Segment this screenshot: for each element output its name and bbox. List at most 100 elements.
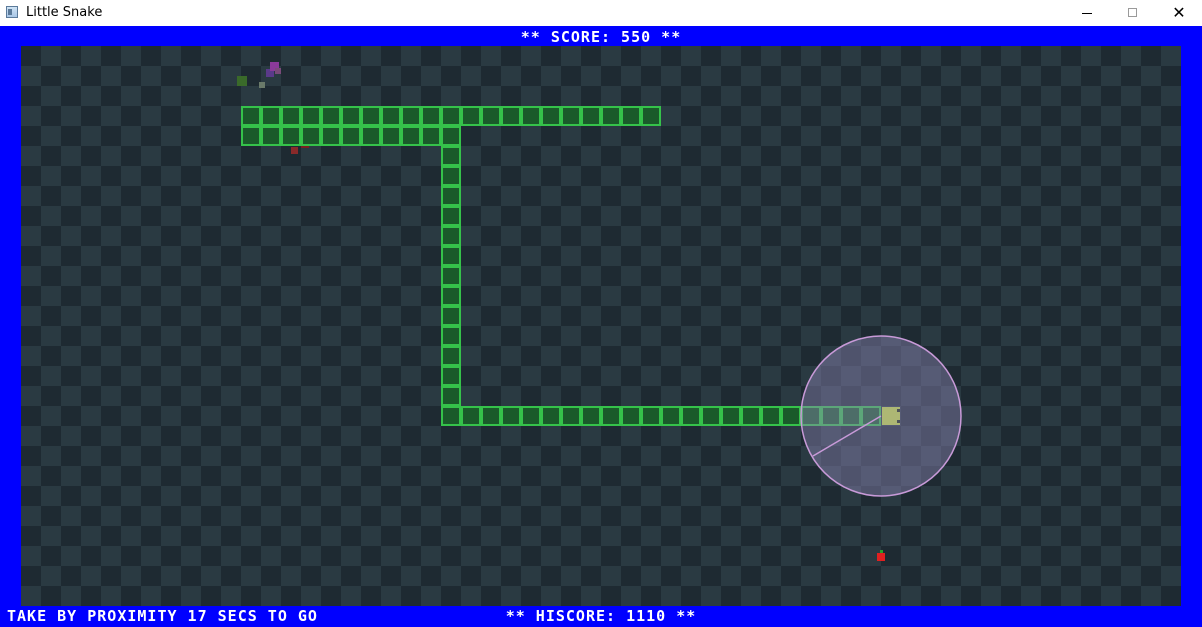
board-tile — [541, 426, 561, 446]
board-tile — [821, 66, 841, 86]
board-tile — [261, 146, 281, 166]
board-tile — [961, 366, 981, 386]
board-tile — [401, 166, 421, 186]
maximize-button[interactable] — [1110, 0, 1156, 26]
snake-segment — [521, 106, 541, 126]
board-tile — [461, 186, 481, 206]
board-tile — [601, 46, 621, 66]
board-tile — [501, 346, 521, 366]
board-tile — [561, 526, 581, 546]
game-area[interactable]: ** SCORE: 550 ** TAKE BY PROXIMITY 17 SE… — [0, 26, 1202, 627]
title-bar[interactable]: Little Snake ✕ — [0, 0, 1202, 26]
board-tile — [141, 466, 161, 486]
board-tile — [521, 486, 541, 506]
board-tile — [261, 386, 281, 406]
board-tile — [561, 166, 581, 186]
board-tile — [501, 266, 521, 286]
board-tile — [61, 266, 81, 286]
board-tile — [781, 106, 801, 126]
board-tile — [1101, 186, 1121, 206]
board-tile — [781, 146, 801, 166]
board-tile — [241, 166, 261, 186]
board-tile — [461, 506, 481, 526]
board-tile — [941, 306, 961, 326]
board-tile — [221, 586, 241, 606]
board-tile — [101, 186, 121, 206]
particle — [291, 147, 298, 154]
board-tile — [81, 126, 101, 146]
board-tile — [1161, 206, 1181, 226]
board-tile — [621, 186, 641, 206]
board-tile — [81, 46, 101, 66]
close-button[interactable]: ✕ — [1156, 0, 1202, 26]
snake-segment — [621, 406, 641, 426]
board-tile — [961, 486, 981, 506]
board-tile — [861, 266, 881, 286]
board-tile — [961, 246, 981, 266]
board-tile — [981, 346, 1001, 366]
board-tile — [461, 586, 481, 606]
board-tile — [281, 526, 301, 546]
board-tile — [601, 126, 621, 146]
board-tile — [1121, 246, 1141, 266]
board-tile — [521, 366, 541, 386]
board-tile — [161, 246, 181, 266]
board-tile — [1121, 286, 1141, 306]
board-tile — [101, 306, 121, 326]
board-tile — [921, 566, 941, 586]
board-tile — [921, 126, 941, 146]
board-tile — [21, 466, 41, 486]
board-tile — [1121, 206, 1141, 226]
board-tile — [621, 466, 641, 486]
board-tile — [781, 226, 801, 246]
board-tile — [781, 266, 801, 286]
board-tile — [821, 186, 841, 206]
board-tile — [1141, 226, 1161, 246]
board-tile — [981, 306, 1001, 326]
board-tile — [221, 226, 241, 246]
board-tile — [281, 166, 301, 186]
snake-segment — [701, 406, 721, 426]
board-tile — [721, 366, 741, 386]
board-tile — [141, 226, 161, 246]
board-tile — [681, 166, 701, 186]
board-tile — [81, 86, 101, 106]
board-tile — [301, 146, 321, 166]
board-tile — [481, 86, 501, 106]
board-tile — [981, 226, 1001, 246]
board-tile — [601, 566, 621, 586]
board-tile — [1041, 126, 1061, 146]
board-tile — [661, 66, 681, 86]
board-tile — [401, 366, 421, 386]
board-tile — [501, 546, 521, 566]
board-tile — [561, 126, 581, 146]
board-tile — [621, 346, 641, 366]
board-tile — [141, 586, 161, 606]
board-tile — [1081, 326, 1101, 346]
board-tile — [861, 186, 881, 206]
board-tile — [641, 166, 661, 186]
board-tile — [701, 546, 721, 566]
snake-segment — [441, 166, 461, 186]
board-tile — [721, 566, 741, 586]
board-tile — [221, 506, 241, 526]
board-tile — [921, 46, 941, 66]
game-board[interactable] — [21, 46, 1181, 606]
board-tile — [101, 386, 121, 406]
board-tile — [481, 526, 501, 546]
snake-segment — [341, 126, 361, 146]
board-tile — [381, 186, 401, 206]
board-tile — [581, 466, 601, 486]
board-tile — [101, 346, 121, 366]
board-tile — [121, 286, 141, 306]
board-tile — [201, 366, 221, 386]
snake-segment — [421, 106, 441, 126]
board-tile — [101, 426, 121, 446]
board-tile — [701, 226, 721, 246]
board-tile — [1041, 406, 1061, 426]
board-tile — [161, 206, 181, 226]
snake-segment — [481, 406, 501, 426]
board-tile — [241, 526, 261, 546]
minimize-button[interactable] — [1064, 0, 1110, 26]
board-tile — [881, 246, 901, 266]
